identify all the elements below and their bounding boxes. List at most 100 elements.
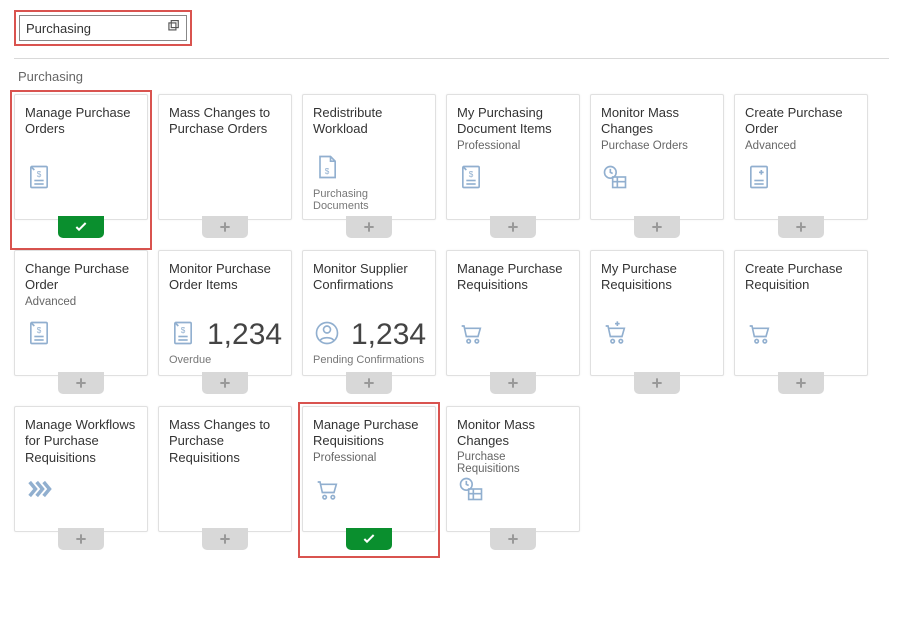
tile-add-button[interactable] <box>778 216 824 238</box>
tile-subtitle <box>313 139 425 153</box>
tile-title: Redistribute Workload <box>313 105 425 137</box>
tile-title: Monitor Supplier Confirmations <box>313 261 425 294</box>
tile-title: Monitor Purchase Order Items <box>169 261 281 294</box>
tile-title: Manage Purchase Orders <box>25 105 137 138</box>
tile-selected-badge[interactable] <box>58 216 104 238</box>
tile-body: 1,234 <box>313 310 425 351</box>
tile[interactable]: My Purchasing Document Items Professional <box>446 94 580 220</box>
tile-body <box>457 475 569 506</box>
tile-add-button[interactable] <box>634 372 680 394</box>
tile[interactable]: Manage Purchase Requisitions <box>446 250 580 376</box>
tile-body <box>745 310 857 351</box>
tile-add-button[interactable] <box>58 372 104 394</box>
search-input[interactable]: Purchasing <box>19 15 187 41</box>
tile-title: Manage Purchase Requisitions <box>457 261 569 294</box>
clock-table-icon <box>457 475 485 506</box>
tile-subtitle <box>313 296 425 310</box>
tile-footer: Overdue <box>169 354 281 367</box>
tile[interactable]: Monitor Mass Changes Purchase Orders <box>590 94 724 220</box>
tile-subtitle <box>169 140 281 154</box>
tile-add-button[interactable] <box>346 372 392 394</box>
tile-title: Manage Purchase Requisitions <box>313 417 425 450</box>
tile-footer <box>745 354 857 367</box>
tile[interactable]: Redistribute WorkloadPurchasing Document… <box>302 94 436 220</box>
tile-add-button[interactable] <box>778 372 824 394</box>
tile-kpi: 1,234 <box>207 320 282 350</box>
tile-title: Change Purchase Order <box>25 261 137 294</box>
tile-subtitle: Professional <box>313 452 425 466</box>
tile-title: Manage Workflows for Purchase Requisitio… <box>25 417 137 459</box>
tile-add-button[interactable] <box>58 528 104 550</box>
tile-body <box>457 310 569 351</box>
tile[interactable]: Monitor Purchase Order Items 1,234 Overdue <box>158 250 292 376</box>
tile-subtitle <box>169 296 281 310</box>
tile-selected-badge[interactable] <box>346 528 392 550</box>
window-icon <box>166 20 180 37</box>
tile[interactable]: Manage Purchase Orders <box>14 94 148 220</box>
tile-body <box>457 154 569 195</box>
tile[interactable]: My Purchase Requisitions <box>590 250 724 376</box>
tile[interactable]: Change Purchase OrderAdvanced <box>14 250 148 376</box>
doc-dollar-plain-icon <box>313 153 341 184</box>
tile-add-button[interactable] <box>490 216 536 238</box>
divider <box>14 58 889 59</box>
tile-add-button[interactable] <box>202 372 248 394</box>
tile-subtitle <box>601 296 713 310</box>
cart-icon <box>457 319 485 350</box>
chevrons-icon <box>25 475 53 506</box>
tile[interactable]: Mass Changes to Purchase Orders <box>158 94 292 220</box>
tile-grid: Manage Purchase Orders Mass Changes to Pu… <box>14 94 889 532</box>
tile-footer <box>457 198 569 211</box>
tile-add-button[interactable] <box>490 372 536 394</box>
tile[interactable]: Create Purchase Order Advanced <box>734 94 868 220</box>
tile-kpi: 1,234 <box>351 320 426 350</box>
group-title: Purchasing <box>18 69 889 84</box>
doc-plus-icon <box>745 163 773 194</box>
tile-body <box>601 154 713 195</box>
doc-dollar-icon <box>25 163 53 194</box>
tile-add-button[interactable] <box>202 216 248 238</box>
tile-body <box>601 310 713 351</box>
doc-dollar-icon <box>457 163 485 194</box>
tile-title: Monitor Mass Changes <box>601 105 713 138</box>
tile-subtitle <box>25 461 137 475</box>
tile-add-button[interactable] <box>634 216 680 238</box>
tile-title: My Purchasing Document Items <box>457 105 569 138</box>
tile[interactable]: Create Purchase Requisition <box>734 250 868 376</box>
cart-icon <box>745 319 773 350</box>
tile-body <box>745 154 857 195</box>
tile-subtitle: Professional <box>457 140 569 154</box>
tile-footer <box>601 198 713 211</box>
tile-footer: Pending Confirmations <box>313 354 425 367</box>
tile[interactable]: Monitor Supplier Confirmations 1,234 Pendi… <box>302 250 436 376</box>
tile-title: Monitor Mass Changes <box>457 417 569 449</box>
tile-footer <box>457 354 569 367</box>
tile-title: My Purchase Requisitions <box>601 261 713 294</box>
tile-subtitle: Purchase Orders <box>601 140 713 154</box>
tile-footer <box>601 354 713 367</box>
cart-icon <box>313 475 341 506</box>
tile-subtitle: Purchase Requisitions <box>457 451 569 475</box>
tile-body <box>25 475 137 506</box>
tile-footer <box>313 510 425 523</box>
tile-add-button[interactable] <box>202 528 248 550</box>
tile-subtitle <box>745 296 857 310</box>
tile-body: 1,234 <box>169 310 281 351</box>
search-highlight-box: Purchasing <box>14 10 192 46</box>
tile-footer <box>25 510 137 523</box>
tile-footer <box>457 510 569 523</box>
tile-add-button[interactable] <box>346 216 392 238</box>
tile-subtitle: Advanced <box>745 140 857 154</box>
tile-body <box>25 310 137 351</box>
tile[interactable]: Manage Purchase Requisitions Professional <box>302 406 436 532</box>
tile-add-button[interactable] <box>490 528 536 550</box>
tile-footer <box>169 510 281 523</box>
tile[interactable]: Mass Changes to Purchase Requisitions <box>158 406 292 532</box>
tile-title: Create Purchase Order <box>745 105 857 138</box>
tile-title: Create Purchase Requisition <box>745 261 857 294</box>
search-value: Purchasing <box>26 21 91 36</box>
doc-dollar-icon <box>169 319 197 350</box>
tile-subtitle <box>25 140 137 154</box>
tile[interactable]: Manage Workflows for Purchase Requisitio… <box>14 406 148 532</box>
tile[interactable]: Monitor Mass ChangesPurchase Requisition… <box>446 406 580 532</box>
